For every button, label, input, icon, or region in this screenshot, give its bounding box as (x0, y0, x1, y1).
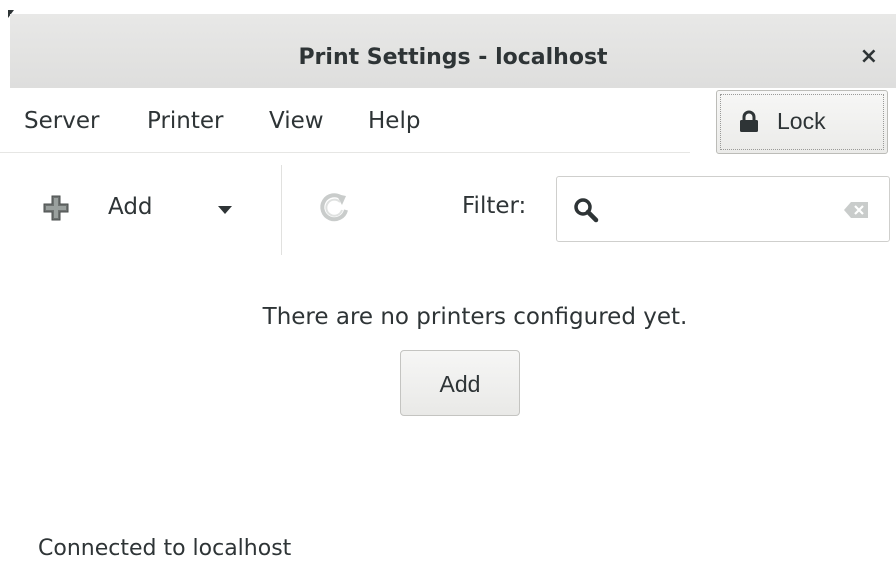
clear-icon[interactable] (843, 201, 869, 219)
window-title: Print Settings - localhost (298, 45, 608, 70)
chevron-down-icon[interactable] (218, 206, 232, 214)
refresh-icon[interactable] (314, 188, 354, 228)
toolbar-add-button[interactable]: Add (38, 186, 248, 236)
filter-field[interactable] (556, 176, 890, 242)
status-bar-text: Connected to localhost (38, 536, 292, 561)
menu-divider (0, 152, 690, 153)
lock-icon (740, 110, 758, 132)
toolbar-separator (281, 165, 282, 255)
plus-icon (43, 195, 69, 221)
menu-printer[interactable]: Printer (147, 108, 224, 134)
search-icon (574, 198, 599, 223)
filter-label: Filter: (462, 193, 527, 219)
lock-label: Lock (777, 108, 826, 134)
title-bar: Print Settings - localhost × (10, 14, 896, 89)
empty-state-message: There are no printers configured yet. (262, 304, 688, 330)
add-printer-button[interactable]: Add (400, 350, 520, 416)
menu-view[interactable]: View (269, 108, 324, 134)
menu-help[interactable]: Help (368, 108, 420, 134)
close-icon[interactable]: × (860, 44, 878, 69)
lock-button[interactable]: Lock (716, 90, 888, 154)
toolbar-add-label: Add (108, 194, 153, 220)
menu-server[interactable]: Server (24, 108, 99, 134)
filter-input[interactable] (607, 191, 831, 229)
